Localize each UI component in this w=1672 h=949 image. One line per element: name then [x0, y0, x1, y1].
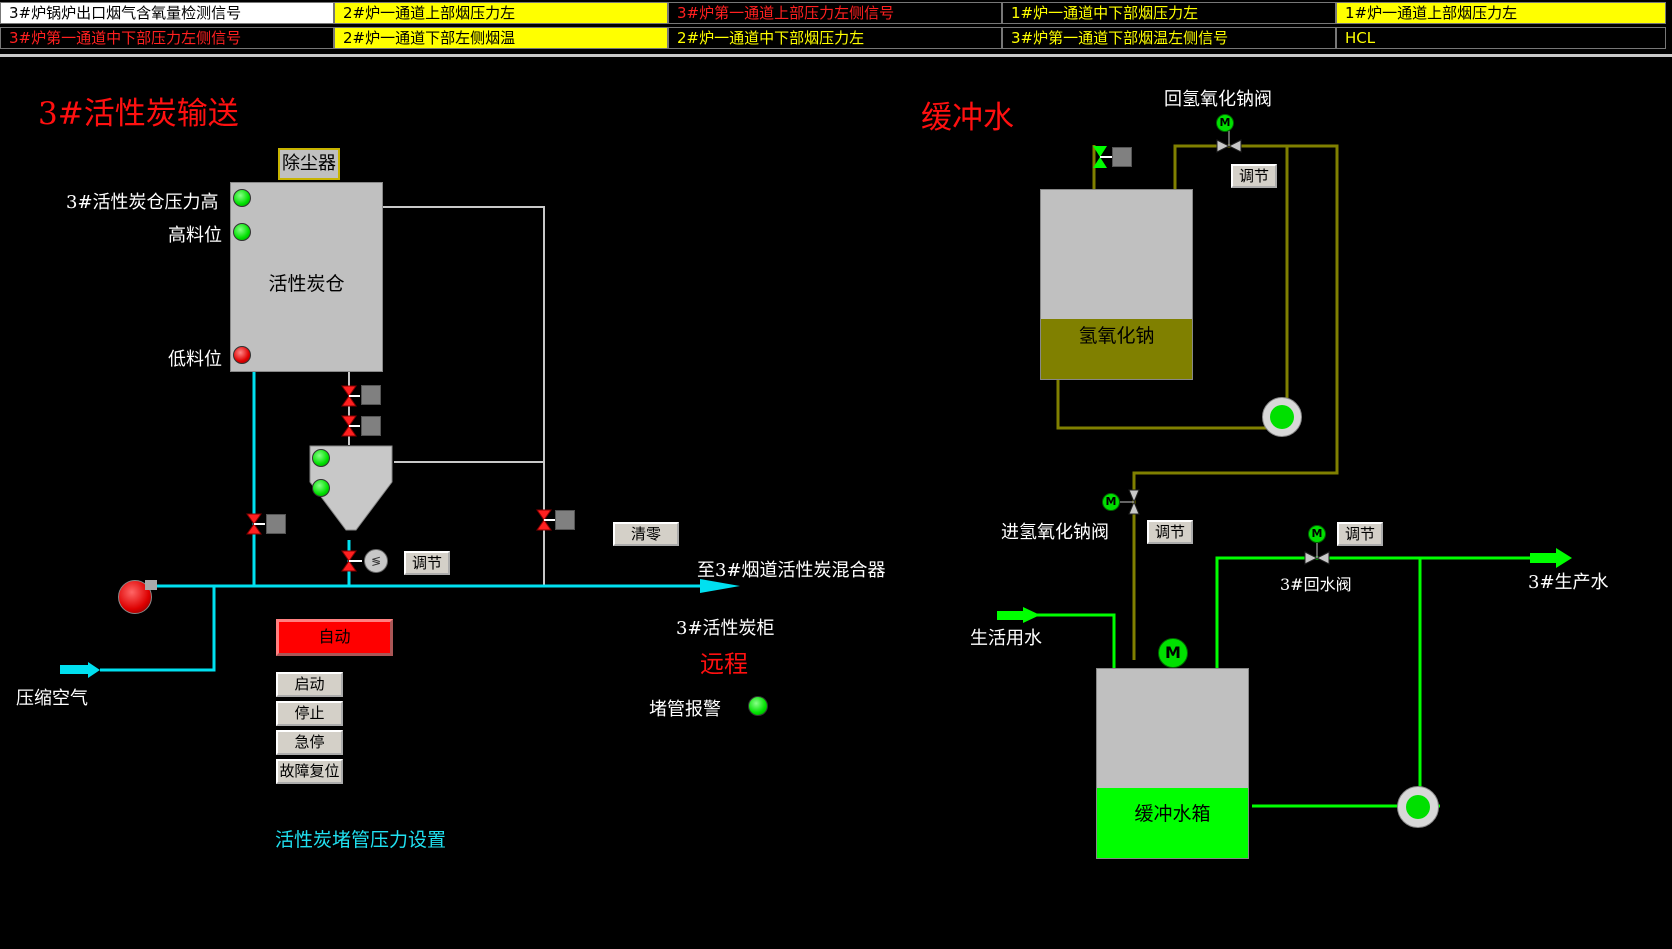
cabinet-label: 3#活性炭柜 — [676, 618, 775, 639]
start-button[interactable]: 启动 — [276, 672, 343, 697]
carbon-silo[interactable]: 活性炭仓 — [230, 182, 383, 372]
domestic-water-arrow-body — [997, 611, 1025, 620]
adjust-button[interactable]: 调节 — [1231, 164, 1277, 188]
adjust-button[interactable]: 调节 — [404, 551, 450, 575]
to-mixer-label: 至3#烟道活性炭混合器 — [697, 560, 886, 581]
pressure-setting-link[interactable]: 活性炭堵管压力设置 — [275, 825, 446, 852]
compressed-air-label: 压缩空气 — [16, 688, 88, 709]
auto-mode-button[interactable]: 自动 — [276, 619, 393, 656]
domestic-water-arrow-head — [1023, 607, 1040, 623]
valve-actuator[interactable] — [361, 385, 381, 405]
rotary-feeder-motor[interactable]: ≶ — [364, 549, 388, 573]
low-level-indicator — [233, 346, 251, 364]
dust-collector[interactable]: 除尘器 — [278, 148, 340, 180]
adjust-button[interactable]: 调节 — [1337, 522, 1383, 546]
emergency-stop-button[interactable]: 急停 — [276, 730, 343, 755]
compressed-air-arrow-body — [60, 665, 90, 674]
fault-reset-button[interactable]: 故障复位 — [276, 759, 343, 784]
blockage-alarm-label: 堵管报警 — [649, 699, 721, 720]
domestic-water-label: 生活用水 — [970, 628, 1042, 649]
buffer-pump-icon[interactable] — [1397, 786, 1439, 828]
stop-button[interactable]: 停止 — [276, 701, 343, 726]
compressed-air-arrow-head — [88, 662, 100, 678]
remote-mode-label: 远程 — [700, 650, 748, 678]
pressure-high-indicator — [233, 189, 251, 207]
production-water-label: 3#生产水 — [1528, 572, 1609, 593]
buffer-section-title: 缓冲水 — [921, 100, 1014, 136]
pressure-high-label: 3#活性炭仓压力高 — [66, 192, 219, 213]
red-valves — [246, 385, 552, 572]
production-water-arrow-body — [1530, 553, 1558, 563]
carbon-silo-label: 活性炭仓 — [268, 273, 345, 295]
naoh-tank-label: 氢氧化钠 — [1078, 325, 1155, 347]
clear-button[interactable]: 清零 — [613, 522, 679, 546]
naoh-pump-icon[interactable] — [1262, 397, 1302, 437]
carbon-section-title: 3#活性炭输送 — [38, 96, 239, 132]
valve-actuator[interactable] — [266, 514, 286, 534]
motor-valve-icon[interactable]: M — [1216, 114, 1234, 132]
valve-actuator[interactable] — [361, 416, 381, 436]
inlet-naoh-valve-label: 进氢氧化钠阀 — [1001, 522, 1109, 543]
feeder-indicator — [312, 479, 330, 497]
high-level-indicator — [233, 223, 251, 241]
low-level-label: 低料位 — [168, 349, 222, 370]
blower-outlet — [145, 580, 157, 590]
agitator-motor-icon[interactable]: M — [1158, 638, 1188, 668]
feeder-indicator — [312, 449, 330, 467]
motor-valve-icon[interactable]: M — [1308, 525, 1326, 543]
valve-actuator[interactable] — [555, 510, 575, 530]
production-water-arrow-head — [1556, 548, 1572, 568]
cyan-pipes — [100, 372, 710, 672]
buffer-tank-label: 缓冲水箱 — [1134, 803, 1211, 825]
valve-actuator[interactable] — [1112, 147, 1132, 167]
return-naoh-valve-label: 回氢氧化钠阀 — [1164, 89, 1272, 110]
green-pipes — [1000, 556, 1545, 808]
adjust-button[interactable]: 调节 — [1147, 520, 1193, 544]
return-water-valve-label: 3#回水阀 — [1280, 575, 1352, 594]
high-level-label: 高料位 — [168, 225, 222, 246]
blockage-alarm-indicator — [748, 696, 768, 716]
buffer-tank[interactable]: 缓冲水箱 — [1096, 668, 1249, 859]
gray-pipes — [383, 206, 545, 587]
motor-valve-icon[interactable]: M — [1102, 493, 1120, 511]
naoh-tank[interactable]: 氢氧化钠 — [1040, 189, 1193, 380]
